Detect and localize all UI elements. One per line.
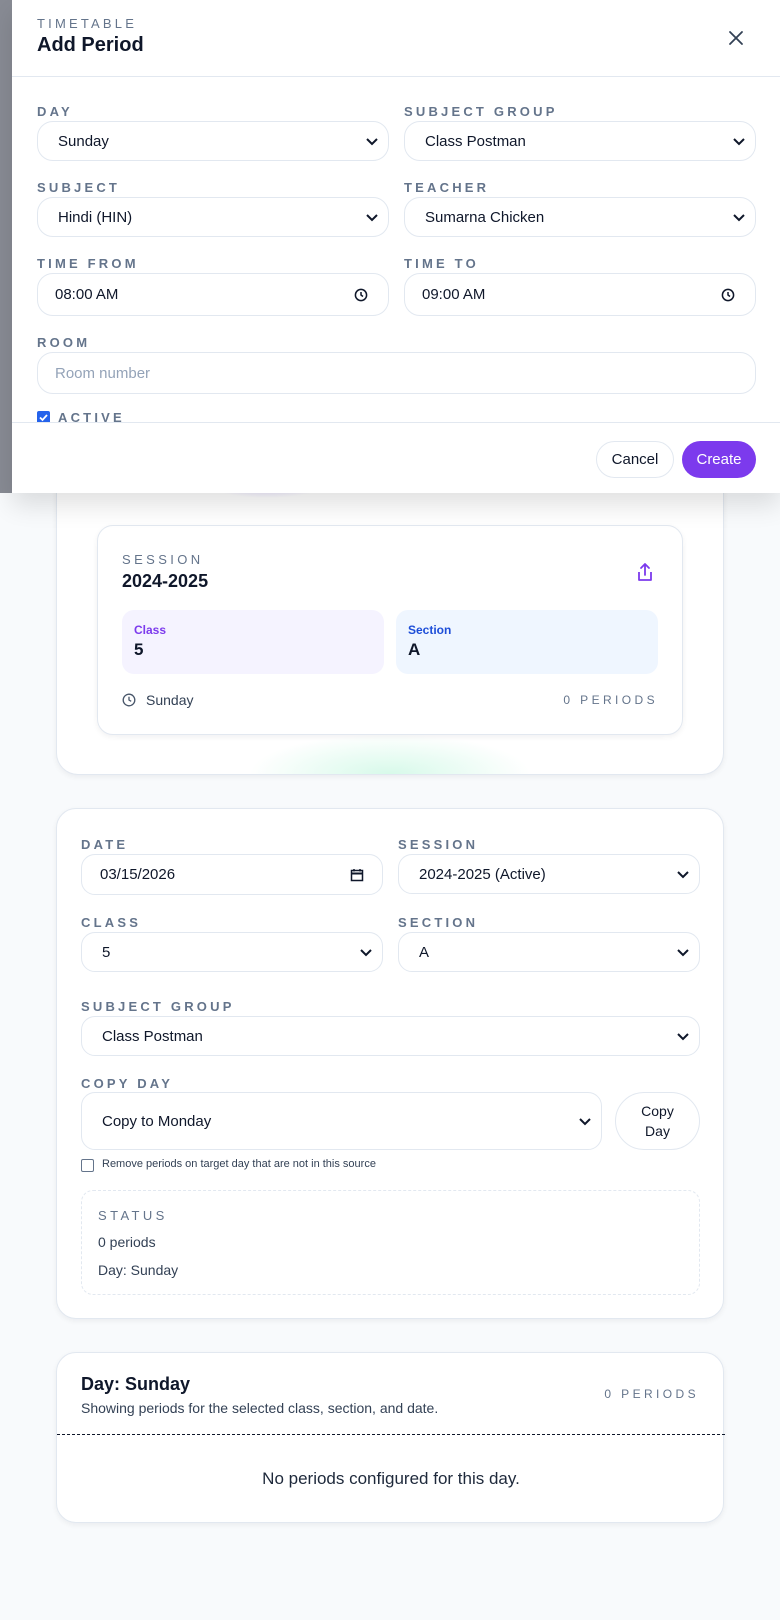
session-select[interactable]: 2024-2025 (Active) bbox=[398, 854, 700, 894]
modal-header: TIMETABLE Add Period bbox=[12, 0, 780, 77]
session-day: Sunday bbox=[146, 692, 194, 708]
remove-periods-label: Remove periods on target day that are no… bbox=[102, 1158, 376, 1170]
clock-icon[interactable] bbox=[354, 288, 368, 302]
close-icon[interactable] bbox=[726, 28, 746, 48]
day-panel: Day: Sunday Showing periods for the sele… bbox=[56, 1352, 725, 1523]
subject-select-value: Hindi (HIN) bbox=[58, 208, 133, 226]
section-tile-label: Section bbox=[408, 623, 452, 637]
class-tile-label: Class bbox=[134, 623, 167, 637]
cancel-button[interactable]: Cancel bbox=[596, 441, 674, 478]
session-select-value: 2024-2025 (Active) bbox=[419, 865, 546, 883]
divider bbox=[57, 1434, 725, 1435]
share-icon[interactable] bbox=[634, 561, 656, 583]
class-select[interactable]: 5 bbox=[81, 932, 383, 972]
class-label: CLASS bbox=[81, 915, 142, 930]
time-from-value: 08:00 AM bbox=[55, 286, 119, 303]
time-from-input[interactable]: 08:00 AM bbox=[37, 273, 389, 316]
date-value: 03/15/2026 bbox=[100, 866, 176, 883]
subject-select[interactable]: Hindi (HIN) bbox=[37, 197, 389, 237]
copy-day-button[interactable]: Copy Day bbox=[615, 1092, 700, 1150]
session-value: 2024-2025 bbox=[122, 571, 209, 591]
class-tile-value: 5 bbox=[134, 640, 144, 659]
filters-card: DATE 03/15/2026 SESSION 2024-2025 (Activ… bbox=[56, 808, 724, 1319]
modal-backdrop[interactable] bbox=[0, 0, 12, 493]
time-to-label: TIME TO bbox=[404, 256, 479, 271]
subject-group-filter-label: SUBJECT GROUP bbox=[81, 999, 235, 1014]
calendar-icon[interactable] bbox=[350, 868, 364, 882]
teacher-label: TEACHER bbox=[404, 180, 490, 195]
room-placeholder: Room number bbox=[55, 364, 151, 382]
modal-kicker: TIMETABLE bbox=[37, 16, 138, 31]
time-to-value: 09:00 AM bbox=[422, 286, 486, 303]
add-period-modal: TIMETABLE Add Period DAY Sunday SUBJECT … bbox=[12, 0, 780, 493]
teacher-select[interactable]: Sumarna Chicken bbox=[404, 197, 756, 237]
day-panel-title: Day: Sunday bbox=[81, 1374, 191, 1394]
clock-icon[interactable] bbox=[721, 288, 735, 302]
time-from-label: TIME FROM bbox=[37, 256, 139, 271]
section-select-value: A bbox=[419, 943, 430, 961]
chevron-down-icon bbox=[677, 871, 689, 879]
chevron-down-icon bbox=[579, 1118, 591, 1126]
copy-day-label: COPY DAY bbox=[81, 1076, 174, 1091]
date-input[interactable]: 03/15/2026 bbox=[81, 854, 383, 895]
status-label: STATUS bbox=[98, 1208, 168, 1223]
day-select[interactable]: Sunday bbox=[37, 121, 389, 161]
section-select[interactable]: A bbox=[398, 932, 700, 972]
create-button[interactable]: Create bbox=[682, 441, 756, 478]
subject-group-filter-select[interactable]: Class Postman bbox=[81, 1016, 700, 1056]
class-tile: Class 5 bbox=[122, 610, 384, 674]
session-kicker: SESSION bbox=[122, 552, 204, 567]
day-panel-periods: 0 PERIODS bbox=[604, 1387, 699, 1401]
remove-periods-checkbox[interactable] bbox=[81, 1159, 94, 1172]
date-label: DATE bbox=[81, 837, 129, 852]
status-periods: 0 periods bbox=[98, 1234, 156, 1250]
class-select-value: 5 bbox=[102, 943, 111, 961]
section-label: SECTION bbox=[398, 915, 479, 930]
chevron-down-icon bbox=[360, 949, 372, 957]
subject-group-select[interactable]: Class Postman bbox=[404, 121, 756, 161]
chevron-down-icon bbox=[677, 1033, 689, 1041]
session-periods-count: 0 PERIODS bbox=[563, 693, 658, 707]
day-panel-subtitle: Showing periods for the selected class, … bbox=[81, 1400, 439, 1416]
room-input[interactable]: Room number bbox=[37, 352, 756, 394]
room-label: ROOM bbox=[37, 335, 91, 350]
session-label: SESSION bbox=[398, 837, 479, 852]
subject-group-filter-value: Class Postman bbox=[102, 1027, 203, 1045]
modal-title: Add Period bbox=[37, 34, 144, 56]
chevron-down-icon bbox=[366, 138, 378, 146]
copy-day-button-line2: Day bbox=[645, 1123, 670, 1139]
subject-group-label: SUBJECT GROUP bbox=[404, 104, 558, 119]
modal-footer: Cancel Create bbox=[12, 422, 780, 493]
status-day: Day: Sunday bbox=[98, 1262, 179, 1278]
time-to-input[interactable]: 09:00 AM bbox=[404, 273, 756, 316]
chevron-down-icon bbox=[366, 214, 378, 222]
copy-day-select-value: Copy to Monday bbox=[102, 1112, 212, 1130]
section-tile: Section A bbox=[396, 610, 658, 674]
subject-label: SUBJECT bbox=[37, 180, 121, 195]
day-select-value: Sunday bbox=[58, 132, 109, 150]
day-label: DAY bbox=[37, 104, 73, 119]
chevron-down-icon bbox=[733, 138, 745, 146]
copy-day-select[interactable]: Copy to Monday bbox=[81, 1092, 602, 1150]
chevron-down-icon bbox=[677, 949, 689, 957]
section-tile-value: A bbox=[408, 640, 421, 659]
chevron-down-icon bbox=[733, 214, 745, 222]
session-card: SESSION 2024-2025 Class 5 Section A Sund… bbox=[97, 525, 683, 735]
subject-group-select-value: Class Postman bbox=[425, 132, 526, 150]
teacher-select-value: Sumarna Chicken bbox=[425, 208, 545, 226]
empty-state-text: No periods configured for this day. bbox=[262, 1469, 520, 1488]
clock-icon bbox=[122, 693, 136, 707]
status-box: STATUS 0 periods Day: Sunday bbox=[81, 1190, 700, 1295]
copy-day-button-line1: Copy bbox=[641, 1103, 674, 1119]
